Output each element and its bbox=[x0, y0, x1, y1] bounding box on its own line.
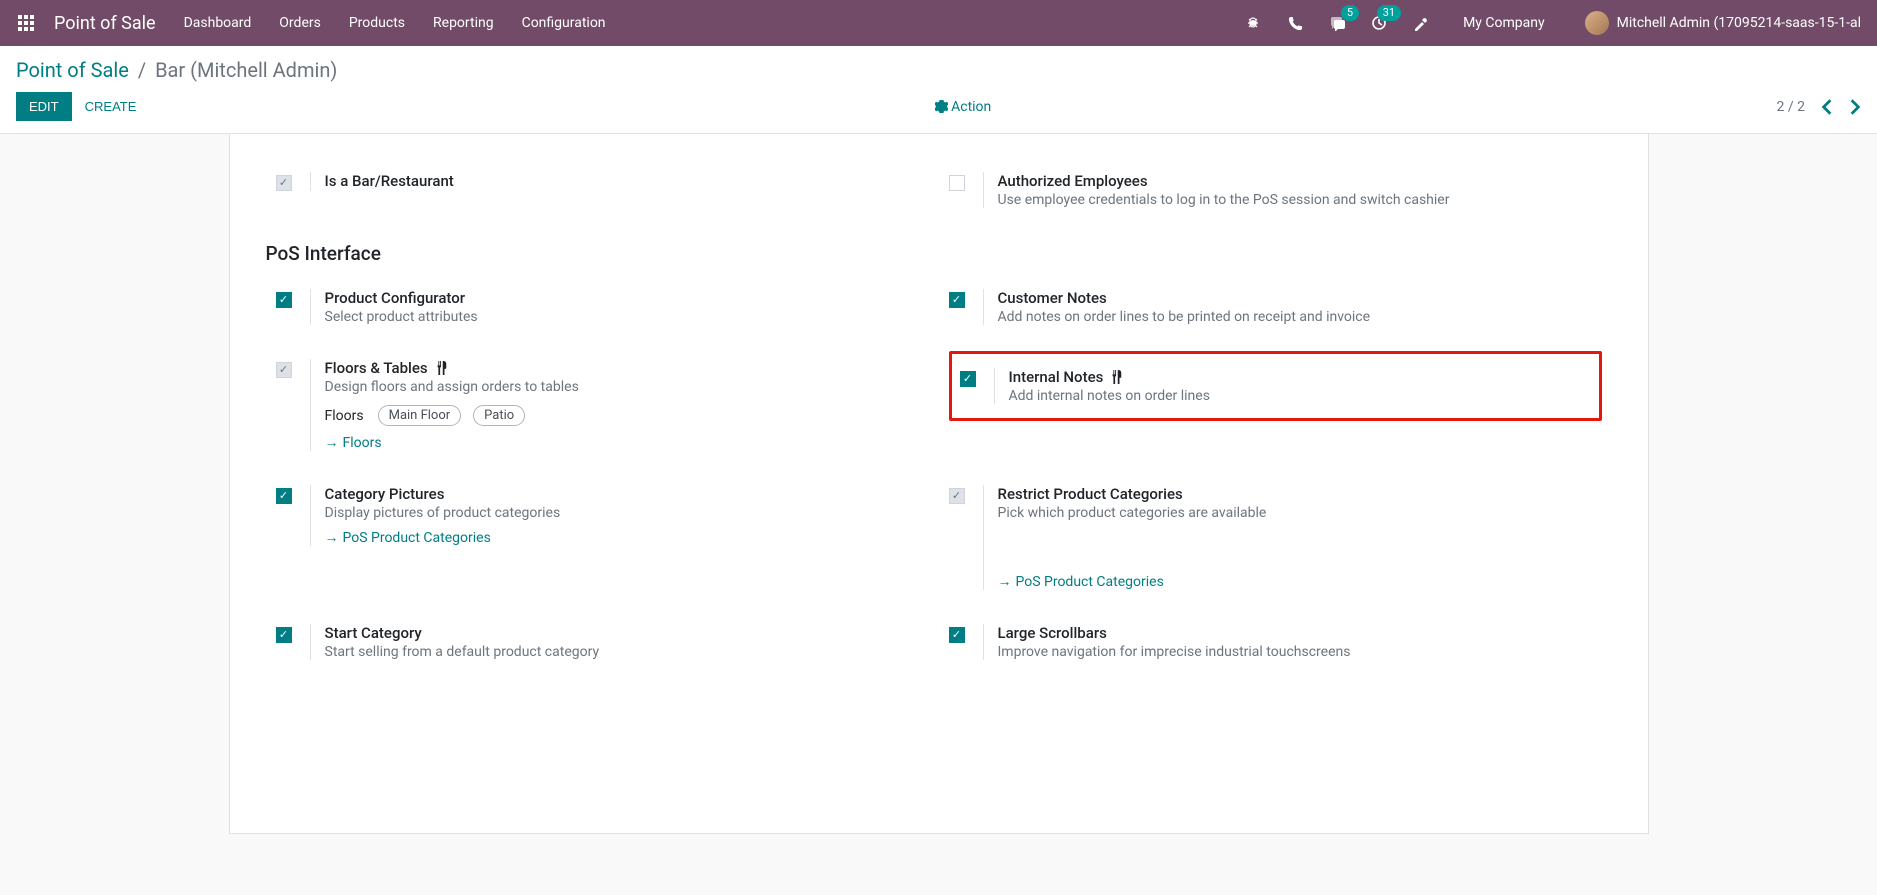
checkbox-large-scrollbars[interactable]: ✓ bbox=[949, 627, 965, 643]
internal-notes-title: Internal Notes bbox=[1009, 368, 1591, 386]
nav-reporting[interactable]: Reporting bbox=[433, 15, 494, 31]
chat-badge: 5 bbox=[1341, 5, 1359, 21]
checkbox-start-category[interactable]: ✓ bbox=[276, 627, 292, 643]
checkbox-authorized-employees[interactable]: ✓ bbox=[949, 175, 965, 191]
restrict-categories-title: Restrict Product Categories bbox=[998, 485, 1602, 503]
restrict-categories-link[interactable]: → PoS Product Categories bbox=[998, 573, 1164, 590]
nav-products[interactable]: Products bbox=[349, 15, 405, 31]
start-category-desc: Start selling from a default product cat… bbox=[325, 644, 929, 660]
action-menu[interactable]: Action bbox=[149, 99, 1776, 115]
floors-link[interactable]: → Floors bbox=[325, 434, 382, 451]
checkbox-category-pictures[interactable]: ✓ bbox=[276, 488, 292, 504]
form-sheet: ✓ Is a Bar/Restaurant ✓ Authorized Emplo… bbox=[229, 134, 1649, 834]
product-configurator-desc: Select product attributes bbox=[325, 309, 929, 325]
avatar bbox=[1585, 11, 1609, 35]
category-pictures-title: Category Pictures bbox=[325, 485, 929, 503]
nav-configuration[interactable]: Configuration bbox=[522, 15, 606, 31]
checkbox-is-bar[interactable]: ✓ bbox=[276, 175, 292, 191]
cutlery-icon bbox=[434, 361, 448, 375]
authorized-employees-desc: Use employee credentials to log in to th… bbox=[998, 192, 1602, 208]
main-navbar: Point of Sale Dashboard Orders Products … bbox=[0, 0, 1877, 46]
user-menu[interactable]: Mitchell Admin (17095214-saas-15-1-al bbox=[1585, 11, 1861, 35]
tools-icon[interactable] bbox=[1411, 13, 1431, 33]
start-category-title: Start Category bbox=[325, 624, 929, 642]
app-brand[interactable]: Point of Sale bbox=[54, 13, 156, 34]
checkbox-internal-notes[interactable]: ✓ bbox=[960, 371, 976, 387]
customer-notes-title: Customer Notes bbox=[998, 289, 1602, 307]
large-scrollbars-desc: Improve navigation for imprecise industr… bbox=[998, 644, 1602, 660]
floors-label: Floors bbox=[325, 408, 364, 424]
debug-icon[interactable] bbox=[1243, 13, 1263, 33]
activities-badge: 31 bbox=[1377, 5, 1401, 21]
internal-notes-desc: Add internal notes on order lines bbox=[1009, 388, 1591, 404]
pager-prev[interactable] bbox=[1821, 98, 1833, 116]
user-name: Mitchell Admin (17095214-saas-15-1-al bbox=[1617, 15, 1861, 31]
phone-icon[interactable] bbox=[1285, 13, 1305, 33]
cutlery-icon bbox=[1109, 370, 1123, 384]
floor-tag-patio[interactable]: Patio bbox=[473, 405, 525, 426]
activities-icon[interactable]: 31 bbox=[1369, 13, 1389, 33]
gear-icon bbox=[935, 99, 951, 115]
floor-tag-main[interactable]: Main Floor bbox=[378, 405, 462, 426]
checkbox-restrict-categories[interactable]: ✓ bbox=[949, 488, 965, 504]
restrict-categories-desc: Pick which product categories are availa… bbox=[998, 505, 1602, 521]
product-configurator-title: Product Configurator bbox=[325, 289, 929, 307]
checkbox-customer-notes[interactable]: ✓ bbox=[949, 292, 965, 308]
breadcrumb-root[interactable]: Point of Sale bbox=[16, 58, 129, 82]
nav-dashboard[interactable]: Dashboard bbox=[184, 15, 252, 31]
category-pictures-link[interactable]: → PoS Product Categories bbox=[325, 529, 491, 546]
large-scrollbars-title: Large Scrollbars bbox=[998, 624, 1602, 642]
checkbox-product-configurator[interactable]: ✓ bbox=[276, 292, 292, 308]
section-pos-interface: PoS Interface bbox=[266, 242, 1612, 265]
is-bar-title: Is a Bar/Restaurant bbox=[325, 172, 929, 190]
create-button[interactable]: Create bbox=[72, 92, 150, 121]
floors-tables-desc: Design floors and assign orders to table… bbox=[325, 379, 929, 395]
breadcrumb: Point of Sale / Bar (Mitchell Admin) bbox=[16, 58, 1861, 82]
control-panel: Point of Sale / Bar (Mitchell Admin) Edi… bbox=[0, 46, 1877, 134]
pager-next[interactable] bbox=[1849, 98, 1861, 116]
messaging-icon[interactable]: 5 bbox=[1327, 13, 1347, 33]
authorized-employees-title: Authorized Employees bbox=[998, 172, 1602, 190]
pager-text: 2 / 2 bbox=[1777, 99, 1805, 115]
category-pictures-desc: Display pictures of product categories bbox=[325, 505, 929, 521]
internal-notes-highlight: ✓ Internal Notes Add internal notes on o… bbox=[949, 351, 1602, 421]
edit-button[interactable]: Edit bbox=[16, 92, 72, 121]
nav-orders[interactable]: Orders bbox=[279, 15, 321, 31]
customer-notes-desc: Add notes on order lines to be printed o… bbox=[998, 309, 1602, 325]
floors-tables-title: Floors & Tables bbox=[325, 359, 929, 377]
arrow-right-icon: → bbox=[998, 573, 1012, 590]
checkbox-floors-tables[interactable]: ✓ bbox=[276, 362, 292, 378]
breadcrumb-current: Bar (Mitchell Admin) bbox=[155, 58, 337, 82]
arrow-right-icon: → bbox=[325, 434, 339, 451]
company-switcher[interactable]: My Company bbox=[1463, 15, 1545, 31]
apps-icon[interactable] bbox=[16, 13, 36, 33]
arrow-right-icon: → bbox=[325, 529, 339, 546]
